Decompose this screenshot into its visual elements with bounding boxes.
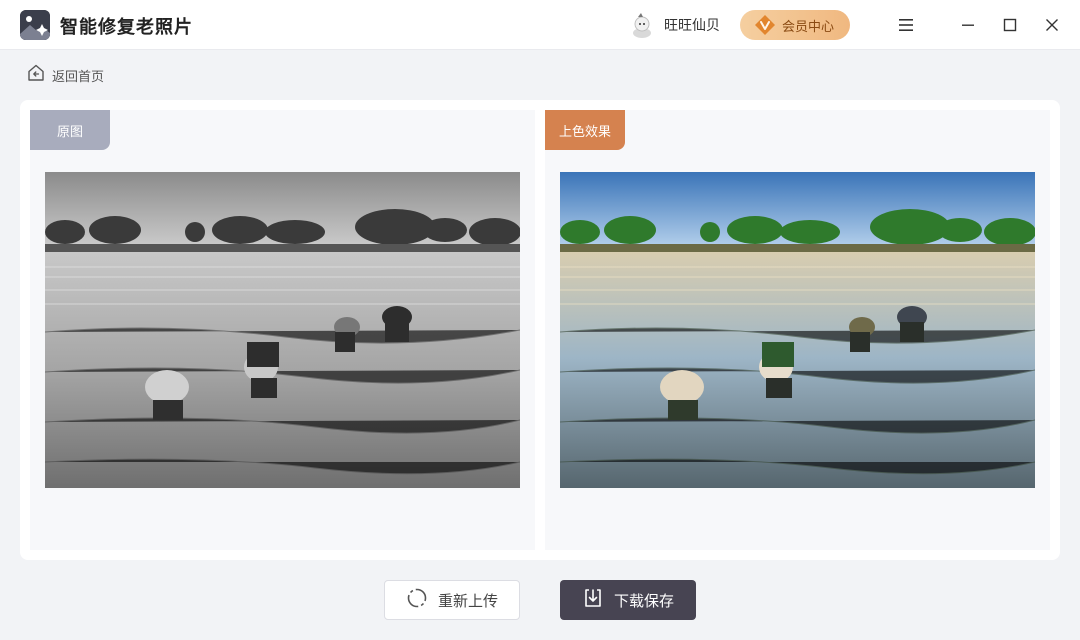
vip-center-label: 会员中心 <box>782 19 835 35</box>
colorized-pane: 上色效果 <box>545 110 1050 550</box>
photo-restore-icon <box>20 10 50 40</box>
reupload-label: 重新上传 <box>437 591 498 610</box>
user-profile[interactable]: 旺旺仙贝 <box>628 10 720 40</box>
app-title: 智能修复老照片 <box>60 17 193 38</box>
hamburger-menu-icon[interactable] <box>894 13 918 37</box>
colorized-photo <box>560 172 1035 488</box>
back-home-label: 返回首页 <box>52 69 105 85</box>
download-icon <box>582 587 604 613</box>
colorized-tag: 上色效果 <box>545 110 625 150</box>
home-back-icon <box>26 63 46 87</box>
user-name: 旺旺仙贝 <box>664 18 720 34</box>
title-bar: 智能修复老照片 旺旺仙贝 会员中心 <box>0 0 1080 50</box>
back-home-link[interactable]: 返回首页 <box>26 64 104 86</box>
comparison-panel: 原图 上色效果 <box>20 100 1060 560</box>
original-pane: 原图 <box>30 110 535 550</box>
maximize-icon[interactable] <box>998 13 1022 37</box>
original-photo <box>45 172 520 488</box>
user-avatar[interactable] <box>628 11 656 39</box>
download-save-button[interactable]: 下载保存 <box>560 580 696 620</box>
vip-center-button[interactable]: 会员中心 <box>740 10 850 40</box>
vip-diamond-icon <box>754 14 776 36</box>
reupload-button[interactable]: 重新上传 <box>384 580 520 620</box>
refresh-icon <box>406 587 428 613</box>
minimize-icon[interactable] <box>956 13 980 37</box>
close-icon[interactable] <box>1040 13 1064 37</box>
original-tag: 原图 <box>30 110 110 150</box>
download-save-label: 下载保存 <box>613 591 674 610</box>
